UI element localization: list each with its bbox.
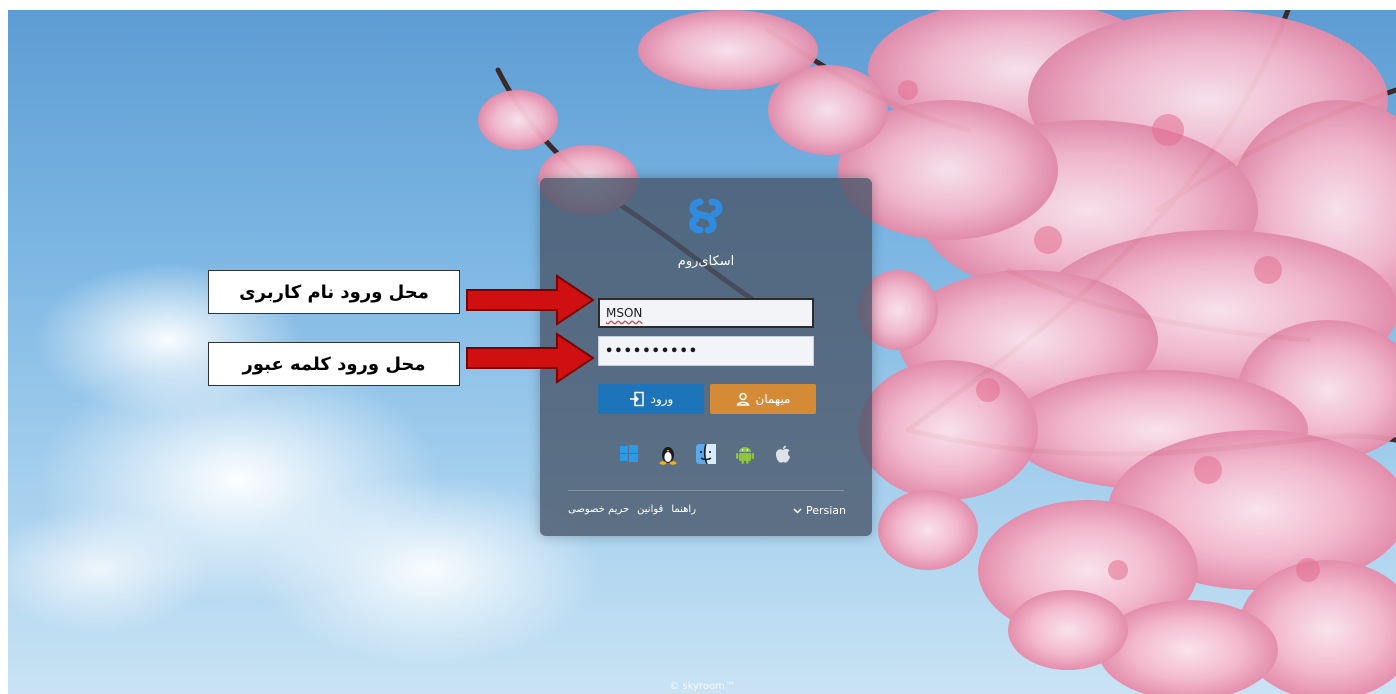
sign-in-icon [629,391,644,407]
password-input[interactable]: •••••••••• [598,336,814,366]
red-arrow-icon [466,274,595,326]
username-annotation: محل ورود نام کاربری [208,270,460,314]
user-icon [736,392,749,406]
username-value: MSON [606,306,643,320]
footer-links: راهنما قوانین حریم خصوصی [568,504,696,515]
login-button[interactable]: ورود [598,384,704,414]
windows-icon[interactable] [618,443,640,465]
android-icon[interactable] [734,443,756,465]
guest-button-label: میهمان [755,392,791,406]
password-annotation-text: محل ورود کلمه عبور [242,353,426,375]
terms-link[interactable]: قوانین [637,504,663,515]
panel-divider [568,490,844,491]
language-selector[interactable]: Persian [793,504,846,517]
password-annotation: محل ورود کلمه عبور [208,342,460,386]
help-link[interactable]: راهنما [671,504,696,515]
chevron-down-icon [793,507,802,514]
password-value: •••••••••• [605,343,699,359]
red-arrow-icon [466,332,595,384]
skyroom-logo-icon [689,198,723,234]
app-name: اسکای‌روم [677,254,735,269]
username-input[interactable]: MSON [598,298,814,328]
username-annotation-text: محل ورود نام کاربری [239,281,429,303]
platform-downloads [618,442,794,466]
mac-finder-icon[interactable] [695,443,717,465]
language-label: Persian [805,504,846,517]
privacy-link[interactable]: حریم خصوصی [568,504,629,515]
linux-icon[interactable] [657,443,679,465]
copyright-text: © skyroom™ [669,681,735,692]
guest-button[interactable]: میهمان [710,384,816,414]
login-button-label: ورود [650,392,674,406]
apple-icon[interactable] [772,443,794,465]
